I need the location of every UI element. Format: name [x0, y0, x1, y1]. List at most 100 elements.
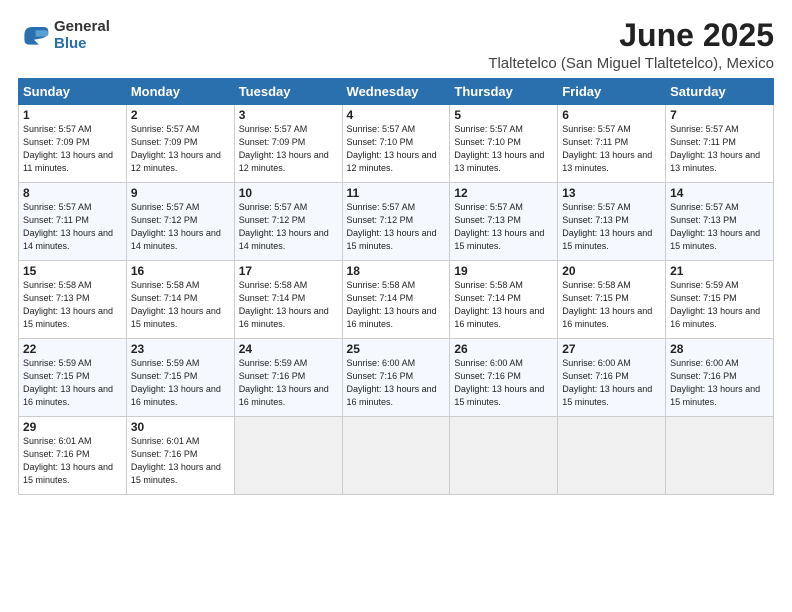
- empty-cell: [450, 417, 558, 495]
- day-info: Sunrise: 6:00 AM Sunset: 7:16 PM Dayligh…: [347, 357, 446, 409]
- day-number: 7: [670, 108, 769, 122]
- day-cell-24: 24Sunrise: 5:59 AM Sunset: 7:16 PM Dayli…: [234, 339, 342, 417]
- day-number: 19: [454, 264, 553, 278]
- day-cell-14: 14Sunrise: 5:57 AM Sunset: 7:13 PM Dayli…: [666, 183, 774, 261]
- day-cell-10: 10Sunrise: 5:57 AM Sunset: 7:12 PM Dayli…: [234, 183, 342, 261]
- day-info: Sunrise: 5:57 AM Sunset: 7:10 PM Dayligh…: [454, 123, 553, 175]
- week-row-3: 15Sunrise: 5:58 AM Sunset: 7:13 PM Dayli…: [19, 261, 774, 339]
- day-number: 30: [131, 420, 230, 434]
- day-info: Sunrise: 5:59 AM Sunset: 7:15 PM Dayligh…: [23, 357, 122, 409]
- month-title: June 2025: [488, 18, 774, 53]
- day-cell-6: 6Sunrise: 5:57 AM Sunset: 7:11 PM Daylig…: [558, 105, 666, 183]
- day-cell-21: 21Sunrise: 5:59 AM Sunset: 7:15 PM Dayli…: [666, 261, 774, 339]
- calendar-table: Sunday Monday Tuesday Wednesday Thursday…: [18, 78, 774, 495]
- col-wednesday: Wednesday: [342, 79, 450, 105]
- logo-icon: [18, 19, 50, 51]
- day-cell-28: 28Sunrise: 6:00 AM Sunset: 7:16 PM Dayli…: [666, 339, 774, 417]
- day-cell-2: 2Sunrise: 5:57 AM Sunset: 7:09 PM Daylig…: [126, 105, 234, 183]
- day-info: Sunrise: 6:00 AM Sunset: 7:16 PM Dayligh…: [562, 357, 661, 409]
- day-info: Sunrise: 5:57 AM Sunset: 7:12 PM Dayligh…: [239, 201, 338, 253]
- day-cell-25: 25Sunrise: 6:00 AM Sunset: 7:16 PM Dayli…: [342, 339, 450, 417]
- day-cell-23: 23Sunrise: 5:59 AM Sunset: 7:15 PM Dayli…: [126, 339, 234, 417]
- location-title: Tlaltetelco (San Miguel Tlaltetelco), Me…: [488, 55, 774, 72]
- day-info: Sunrise: 5:57 AM Sunset: 7:10 PM Dayligh…: [347, 123, 446, 175]
- logo-text: General Blue: [54, 18, 110, 52]
- logo-line2: Blue: [54, 35, 110, 52]
- day-cell-5: 5Sunrise: 5:57 AM Sunset: 7:10 PM Daylig…: [450, 105, 558, 183]
- day-number: 15: [23, 264, 122, 278]
- day-cell-30: 30Sunrise: 6:01 AM Sunset: 7:16 PM Dayli…: [126, 417, 234, 495]
- day-cell-9: 9Sunrise: 5:57 AM Sunset: 7:12 PM Daylig…: [126, 183, 234, 261]
- day-info: Sunrise: 5:57 AM Sunset: 7:11 PM Dayligh…: [670, 123, 769, 175]
- day-number: 21: [670, 264, 769, 278]
- day-cell-7: 7Sunrise: 5:57 AM Sunset: 7:11 PM Daylig…: [666, 105, 774, 183]
- col-saturday: Saturday: [666, 79, 774, 105]
- day-cell-20: 20Sunrise: 5:58 AM Sunset: 7:15 PM Dayli…: [558, 261, 666, 339]
- day-info: Sunrise: 5:57 AM Sunset: 7:09 PM Dayligh…: [23, 123, 122, 175]
- day-number: 2: [131, 108, 230, 122]
- title-block: June 2025 Tlaltetelco (San Miguel Tlalte…: [488, 18, 774, 72]
- day-number: 10: [239, 186, 338, 200]
- day-number: 4: [347, 108, 446, 122]
- day-cell-19: 19Sunrise: 5:58 AM Sunset: 7:14 PM Dayli…: [450, 261, 558, 339]
- day-number: 27: [562, 342, 661, 356]
- day-info: Sunrise: 5:58 AM Sunset: 7:14 PM Dayligh…: [454, 279, 553, 331]
- logo-line1: General: [54, 18, 110, 35]
- day-number: 24: [239, 342, 338, 356]
- empty-cell: [558, 417, 666, 495]
- day-number: 25: [347, 342, 446, 356]
- col-friday: Friday: [558, 79, 666, 105]
- empty-cell: [234, 417, 342, 495]
- day-number: 22: [23, 342, 122, 356]
- col-sunday: Sunday: [19, 79, 127, 105]
- day-info: Sunrise: 5:58 AM Sunset: 7:13 PM Dayligh…: [23, 279, 122, 331]
- day-info: Sunrise: 5:59 AM Sunset: 7:15 PM Dayligh…: [131, 357, 230, 409]
- day-number: 26: [454, 342, 553, 356]
- week-row-2: 8Sunrise: 5:57 AM Sunset: 7:11 PM Daylig…: [19, 183, 774, 261]
- day-cell-11: 11Sunrise: 5:57 AM Sunset: 7:12 PM Dayli…: [342, 183, 450, 261]
- logo: General Blue: [18, 18, 110, 52]
- col-monday: Monday: [126, 79, 234, 105]
- day-info: Sunrise: 5:57 AM Sunset: 7:13 PM Dayligh…: [670, 201, 769, 253]
- week-row-1: 1Sunrise: 5:57 AM Sunset: 7:09 PM Daylig…: [19, 105, 774, 183]
- day-cell-8: 8Sunrise: 5:57 AM Sunset: 7:11 PM Daylig…: [19, 183, 127, 261]
- day-number: 14: [670, 186, 769, 200]
- empty-cell: [666, 417, 774, 495]
- day-number: 12: [454, 186, 553, 200]
- day-info: Sunrise: 5:59 AM Sunset: 7:15 PM Dayligh…: [670, 279, 769, 331]
- day-number: 20: [562, 264, 661, 278]
- week-row-4: 22Sunrise: 5:59 AM Sunset: 7:15 PM Dayli…: [19, 339, 774, 417]
- day-cell-13: 13Sunrise: 5:57 AM Sunset: 7:13 PM Dayli…: [558, 183, 666, 261]
- day-number: 9: [131, 186, 230, 200]
- day-cell-3: 3Sunrise: 5:57 AM Sunset: 7:09 PM Daylig…: [234, 105, 342, 183]
- day-number: 1: [23, 108, 122, 122]
- day-number: 18: [347, 264, 446, 278]
- day-info: Sunrise: 5:57 AM Sunset: 7:13 PM Dayligh…: [454, 201, 553, 253]
- col-thursday: Thursday: [450, 79, 558, 105]
- day-number: 13: [562, 186, 661, 200]
- day-number: 29: [23, 420, 122, 434]
- day-info: Sunrise: 6:01 AM Sunset: 7:16 PM Dayligh…: [23, 435, 122, 487]
- day-info: Sunrise: 5:57 AM Sunset: 7:11 PM Dayligh…: [562, 123, 661, 175]
- day-number: 28: [670, 342, 769, 356]
- day-cell-29: 29Sunrise: 6:01 AM Sunset: 7:16 PM Dayli…: [19, 417, 127, 495]
- day-info: Sunrise: 5:58 AM Sunset: 7:14 PM Dayligh…: [131, 279, 230, 331]
- day-info: Sunrise: 5:57 AM Sunset: 7:09 PM Dayligh…: [239, 123, 338, 175]
- day-cell-27: 27Sunrise: 6:00 AM Sunset: 7:16 PM Dayli…: [558, 339, 666, 417]
- day-number: 23: [131, 342, 230, 356]
- calendar-header-row: Sunday Monday Tuesday Wednesday Thursday…: [19, 79, 774, 105]
- day-cell-4: 4Sunrise: 5:57 AM Sunset: 7:10 PM Daylig…: [342, 105, 450, 183]
- day-info: Sunrise: 5:57 AM Sunset: 7:12 PM Dayligh…: [131, 201, 230, 253]
- day-info: Sunrise: 5:58 AM Sunset: 7:14 PM Dayligh…: [347, 279, 446, 331]
- day-number: 6: [562, 108, 661, 122]
- day-cell-16: 16Sunrise: 5:58 AM Sunset: 7:14 PM Dayli…: [126, 261, 234, 339]
- day-info: Sunrise: 5:57 AM Sunset: 7:13 PM Dayligh…: [562, 201, 661, 253]
- day-cell-22: 22Sunrise: 5:59 AM Sunset: 7:15 PM Dayli…: [19, 339, 127, 417]
- empty-cell: [342, 417, 450, 495]
- day-cell-1: 1Sunrise: 5:57 AM Sunset: 7:09 PM Daylig…: [19, 105, 127, 183]
- day-info: Sunrise: 5:57 AM Sunset: 7:12 PM Dayligh…: [347, 201, 446, 253]
- day-cell-12: 12Sunrise: 5:57 AM Sunset: 7:13 PM Dayli…: [450, 183, 558, 261]
- page: General Blue June 2025 Tlaltetelco (San …: [0, 0, 792, 505]
- col-tuesday: Tuesday: [234, 79, 342, 105]
- day-number: 8: [23, 186, 122, 200]
